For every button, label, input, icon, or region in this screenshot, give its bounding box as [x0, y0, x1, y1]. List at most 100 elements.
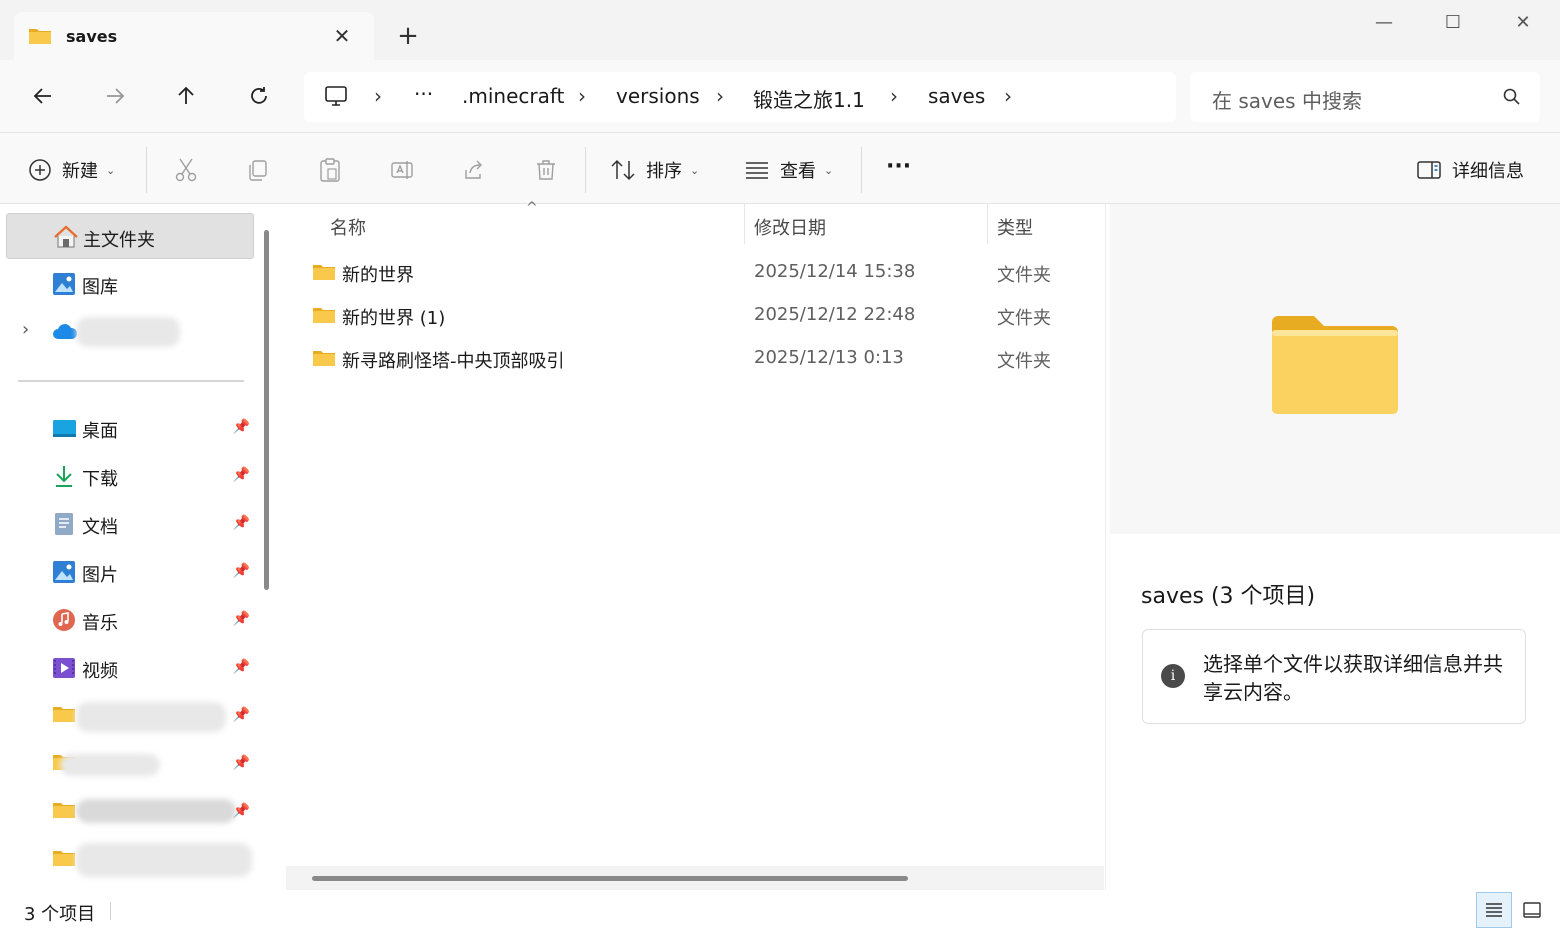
- this-pc-icon[interactable]: [324, 85, 348, 111]
- search-box[interactable]: 在 saves 中搜索: [1190, 72, 1540, 122]
- file-date: 2025/12/13 0:13: [754, 347, 904, 368]
- breadcrumb-separator[interactable]: ›: [1004, 84, 1012, 108]
- refresh-icon: [251, 87, 267, 104]
- breadcrumb-separator[interactable]: ›: [890, 84, 898, 108]
- search-icon[interactable]: [1502, 87, 1522, 111]
- sidebar-item-documents[interactable]: 文档 📌: [6, 501, 254, 547]
- rename-button[interactable]: [390, 153, 414, 187]
- sidebar-item-desktop[interactable]: 桌面 📌: [6, 405, 254, 451]
- sidebar-item-gallery[interactable]: 图库: [6, 261, 254, 307]
- forward-button[interactable]: [97, 78, 133, 114]
- plus-circle-icon: [29, 159, 51, 181]
- breadcrumb-separator[interactable]: ›: [578, 84, 586, 108]
- folder-icon: [52, 800, 76, 824]
- breadcrumb-versions[interactable]: versions: [616, 84, 700, 108]
- details-pane-button[interactable]: 详细信息: [1416, 153, 1524, 187]
- table-row[interactable]: 新的世界 2025/12/14 15:38 文件夹: [306, 252, 1096, 292]
- cut-button[interactable]: [174, 153, 198, 187]
- back-button[interactable]: [25, 78, 61, 114]
- address-bar: › ··· .minecraft › versions › 锻造之旅1.1 › …: [0, 60, 1560, 132]
- column-header-type[interactable]: 类型: [997, 214, 1033, 240]
- sidebar-item-label: 视频: [82, 661, 118, 682]
- more-options-button[interactable]: ···: [886, 149, 911, 183]
- share-button[interactable]: [462, 153, 486, 187]
- breadcrumb-modpack[interactable]: 锻造之旅1.1: [753, 84, 865, 113]
- horizontal-scrollbar-thumb[interactable]: [312, 876, 908, 881]
- details-label: 详细信息: [1452, 161, 1524, 182]
- file-type: 文件夹: [997, 308, 1051, 329]
- table-row[interactable]: 新寻路刷怪塔-中央顶部吸引 2025/12/13 0:13 文件夹: [306, 338, 1096, 378]
- tab-saves[interactable]: saves ✕: [14, 12, 374, 60]
- breadcrumb-saves[interactable]: saves: [928, 84, 985, 108]
- chevron-right-icon[interactable]: ›: [22, 319, 29, 340]
- pin-icon[interactable]: 📌: [233, 563, 250, 579]
- sidebar-item-downloads[interactable]: 下载 📌: [6, 453, 254, 499]
- view-button[interactable]: 查看 ⌄: [744, 153, 833, 187]
- share-icon: [465, 160, 482, 179]
- column-header-name[interactable]: 名称: [330, 214, 366, 240]
- details-view-button[interactable]: [1476, 892, 1512, 928]
- command-bar: 新建 ⌄ 排序 ⌄ 查看 ⌄ ··· 详细信息: [0, 132, 1560, 204]
- breadcrumb-minecraft[interactable]: .minecraft: [462, 84, 564, 108]
- tiles-view-button[interactable]: [1514, 892, 1550, 928]
- paste-button[interactable]: [318, 153, 342, 187]
- sidebar-item-home[interactable]: 主文件夹: [6, 213, 254, 259]
- sidebar-item-pinned-folder[interactable]: 📌: [6, 741, 254, 787]
- new-button[interactable]: 新建 ⌄: [28, 153, 115, 187]
- pin-icon[interactable]: 📌: [233, 659, 250, 675]
- sidebar-item-pinned-folder[interactable]: 📌: [6, 789, 254, 835]
- pictures-icon: [52, 560, 76, 584]
- redacted-account-name: [76, 317, 180, 347]
- minimize-button[interactable]: —: [1369, 8, 1399, 38]
- sort-button[interactable]: 排序 ⌄: [610, 153, 699, 187]
- column-divider[interactable]: [744, 204, 745, 244]
- refresh-button[interactable]: [241, 78, 277, 114]
- copy-button[interactable]: [246, 153, 270, 187]
- breadcrumb-separator[interactable]: ›: [716, 84, 724, 108]
- close-tab-icon[interactable]: ✕: [330, 24, 354, 48]
- pin-icon[interactable]: 📌: [233, 611, 250, 627]
- pin-icon[interactable]: 📌: [233, 707, 250, 723]
- sort-ascending-icon: ^: [526, 200, 538, 216]
- chevron-down-icon: ⌄: [106, 163, 116, 177]
- details-title: saves (3 个项目): [1141, 584, 1316, 609]
- sidebar-scrollbar[interactable]: [264, 230, 269, 590]
- sidebar-item-music[interactable]: 音乐 📌: [6, 597, 254, 643]
- sidebar-item-onedrive[interactable]: ›: [6, 309, 254, 355]
- rename-icon: [391, 161, 413, 179]
- pin-icon[interactable]: 📌: [233, 755, 250, 771]
- search-input[interactable]: 在 saves 中搜索: [1212, 85, 1362, 114]
- folder-icon: [52, 848, 76, 872]
- pin-icon[interactable]: 📌: [233, 515, 250, 531]
- column-header-date[interactable]: 修改日期: [754, 214, 826, 240]
- redacted-folder-name: [76, 799, 236, 823]
- breadcrumb-more[interactable]: ···: [414, 82, 433, 106]
- details-pane: saves (3 个项目) i 选择单个文件以获取详细信息并共享云内容。: [1108, 204, 1560, 890]
- scissors-icon: [175, 158, 197, 182]
- home-icon: [53, 225, 78, 249]
- pin-icon[interactable]: 📌: [233, 467, 250, 483]
- up-button[interactable]: [168, 78, 204, 114]
- pin-icon[interactable]: 📌: [233, 419, 250, 435]
- close-window-button[interactable]: ✕: [1508, 8, 1538, 38]
- arrow-right-icon: [107, 88, 125, 104]
- maximize-button[interactable]: ☐: [1438, 8, 1468, 38]
- new-tab-button[interactable]: +: [394, 22, 422, 50]
- redacted-folder-name: [76, 843, 252, 877]
- sidebar-item-videos[interactable]: 视频 📌: [6, 645, 254, 691]
- pin-icon[interactable]: 📌: [233, 803, 250, 819]
- folder-icon: [312, 348, 336, 372]
- horizontal-scrollbar[interactable]: [286, 866, 1104, 890]
- sidebar-item-pinned-folder[interactable]: 📌: [6, 693, 254, 739]
- sidebar-item-pinned-folder[interactable]: [6, 837, 254, 883]
- download-icon: [52, 464, 76, 488]
- column-divider[interactable]: [987, 204, 988, 244]
- chevron-down-icon: ⌄: [824, 163, 834, 177]
- delete-button[interactable]: [534, 153, 558, 187]
- breadcrumb[interactable]: › ··· .minecraft › versions › 锻造之旅1.1 › …: [304, 72, 1176, 122]
- divider: [110, 902, 111, 920]
- breadcrumb-separator[interactable]: ›: [374, 84, 382, 108]
- sidebar-item-pictures[interactable]: 图片 📌: [6, 549, 254, 595]
- table-row[interactable]: 新的世界 (1) 2025/12/12 22:48 文件夹: [306, 295, 1096, 335]
- file-name: 新的世界: [342, 265, 414, 286]
